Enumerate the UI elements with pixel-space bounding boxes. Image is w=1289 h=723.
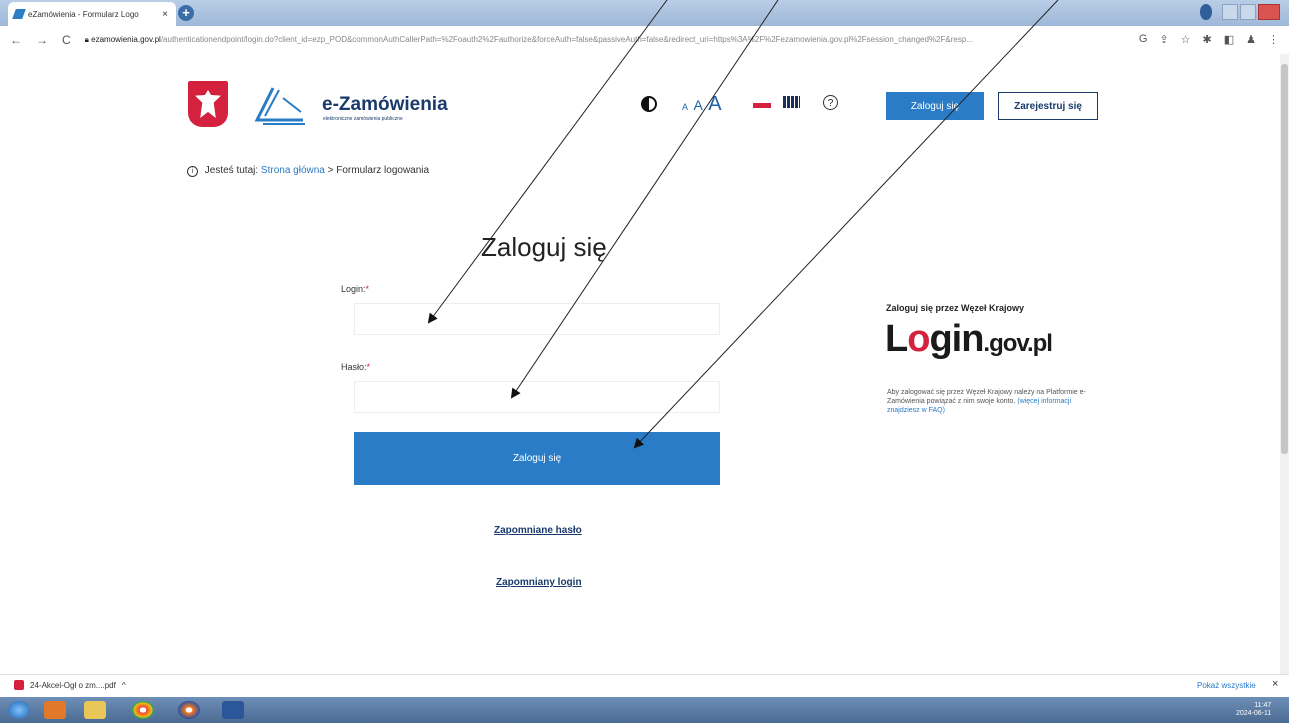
download-bar: 24-Akcel-Ogł o zm....pdf ^ Pokaż wszystk…	[0, 674, 1289, 697]
pdf-file-icon	[14, 680, 24, 690]
password-input[interactable]	[354, 381, 720, 413]
breadcrumb-prefix: Jesteś tutaj:	[204, 165, 259, 176]
chrome-icon[interactable]	[132, 701, 154, 719]
wezel-krajowy-description: Aby zalogować się przez Węzeł Krajowy na…	[887, 388, 1092, 415]
login-label: Login:*	[341, 284, 369, 294]
scrollbar-thumb[interactable]	[1281, 64, 1288, 454]
word-icon[interactable]	[222, 701, 244, 719]
poland-emblem-icon	[188, 81, 228, 127]
menu-kebab-icon[interactable]: ⋮	[1268, 33, 1279, 46]
windows-taskbar	[0, 697, 1289, 723]
account-icon[interactable]: ♟	[1246, 33, 1256, 46]
page-content	[0, 54, 1280, 674]
media-app-icon[interactable]	[44, 701, 66, 719]
logo-gov-pl: .gov.pl	[983, 330, 1053, 357]
url-host: ezamowienia.gov.pl	[91, 35, 161, 44]
system-clock[interactable]: 11:47 2024-06-11	[1236, 702, 1271, 718]
polish-language-flag-icon[interactable]	[753, 103, 771, 108]
clock-date: 2024-06-11	[1236, 710, 1272, 717]
forgot-password-link[interactable]: Zapomniane hasło	[494, 525, 582, 536]
url-field[interactable]: 🔒︎ ezamowienia.gov.pl/authenticationendp…	[85, 35, 1185, 45]
eagle-icon	[195, 90, 221, 118]
reload-icon[interactable]: C	[62, 33, 71, 47]
login-submit-button[interactable]: Zaloguj się	[354, 432, 720, 485]
clock-time: 11:47	[1254, 702, 1272, 709]
share-icon[interactable]: ⇪	[1159, 33, 1168, 46]
required-marker: *	[366, 362, 371, 372]
download-item[interactable]: 24-Akcel-Ogł o zm....pdf ^	[14, 680, 126, 690]
extensions-icon[interactable]: ✱	[1203, 33, 1212, 46]
info-icon: i	[187, 166, 198, 177]
brand-name[interactable]: e-Zamówienia	[322, 94, 448, 116]
site-favicon-icon	[12, 9, 26, 19]
password-label: Hasło:*	[341, 362, 370, 372]
header-login-button[interactable]: Zaloguj się	[886, 92, 984, 120]
login-label-text: Login:	[341, 284, 366, 294]
english-language-flag-icon[interactable]	[783, 96, 800, 108]
font-medium-button[interactable]: A	[693, 97, 702, 113]
required-marker: *	[365, 284, 370, 294]
logo-letter-l: L	[885, 318, 908, 360]
download-filename: 24-Akcel-Ogł o zm....pdf	[30, 680, 116, 690]
font-large-button[interactable]: A	[708, 93, 721, 116]
file-explorer-icon[interactable]	[84, 701, 106, 719]
forgot-login-link[interactable]: Zapomniany login	[496, 577, 582, 588]
help-icon[interactable]: ?	[823, 95, 838, 110]
show-all-downloads-link[interactable]: Pokaż wszystkie	[1197, 681, 1256, 690]
window-close-button[interactable]	[1258, 4, 1280, 20]
header-register-button[interactable]: Zarejestruj się	[998, 92, 1098, 120]
download-menu-chevron-icon[interactable]: ^	[122, 681, 126, 690]
maximize-button[interactable]	[1240, 4, 1256, 20]
font-size-controls: A A A	[682, 93, 723, 116]
contrast-toggle-icon[interactable]	[641, 96, 657, 112]
logo-gin: gin	[929, 318, 984, 360]
password-label-text: Hasło:	[341, 362, 367, 372]
brand-subtitle: elektroniczne zamówienia publiczne	[323, 116, 403, 122]
profile-avatar[interactable]	[1200, 4, 1213, 20]
bookmark-star-icon[interactable]: ☆	[1181, 33, 1191, 46]
start-button-icon[interactable]	[8, 701, 30, 719]
firefox-icon[interactable]	[178, 701, 200, 719]
breadcrumb: i Jesteś tutaj: Strona główna > Formular…	[187, 165, 429, 177]
forward-arrow-icon[interactable]: →	[36, 33, 48, 47]
page-scrollbar[interactable]	[1280, 54, 1289, 674]
google-icon[interactable]: G	[1139, 33, 1148, 46]
back-arrow-icon[interactable]: ←	[10, 33, 22, 47]
address-bar: ← → C 🔒︎ ezamowienia.gov.pl/authenticati…	[0, 26, 1289, 55]
ezamowienia-logo-icon[interactable]	[253, 84, 307, 128]
tab-close-icon[interactable]: ×	[162, 9, 168, 20]
tab-title: eZamówienia - Formularz Logo	[28, 9, 139, 19]
breadcrumb-current: Formularz logowania	[336, 165, 430, 176]
page-title: Zaloguj się	[481, 232, 607, 262]
wezel-krajowy-title: Zaloguj się przez Węzeł Krajowy	[886, 303, 1025, 313]
url-path: /authenticationendpoint/login.do?client_…	[160, 35, 973, 44]
sidepanel-icon[interactable]: ◧	[1224, 33, 1234, 46]
window-controls	[1200, 3, 1280, 21]
breadcrumb-separator: >	[327, 165, 334, 176]
minimize-button[interactable]	[1222, 4, 1239, 20]
login-gov-pl-logo[interactable]: Login.gov.pl	[885, 318, 1053, 361]
logo-arrow-o-icon: o	[907, 318, 930, 360]
download-bar-close-icon[interactable]: ×	[1272, 678, 1278, 690]
new-tab-button[interactable]: +	[178, 5, 194, 21]
login-input[interactable]	[354, 303, 720, 335]
breadcrumb-home-link[interactable]: Strona główna	[261, 165, 325, 176]
font-small-button[interactable]: A	[682, 102, 688, 112]
browser-tab[interactable]: eZamówienia - Formularz Logo ×	[8, 2, 176, 26]
